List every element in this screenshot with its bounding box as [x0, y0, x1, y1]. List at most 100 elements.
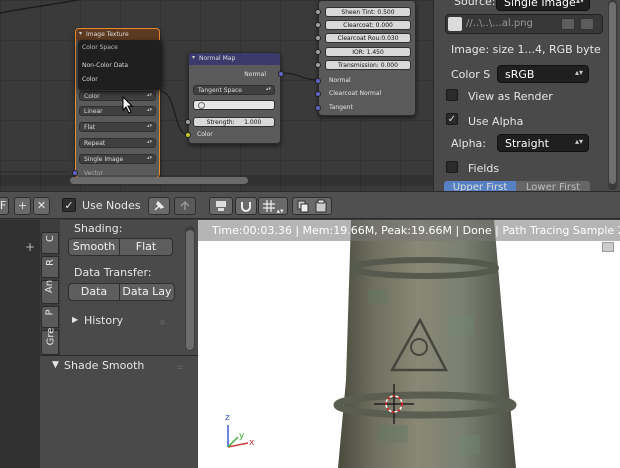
normal-output-socket[interactable]	[278, 71, 284, 77]
reload-icon[interactable]	[580, 18, 594, 30]
pin-button[interactable]	[148, 197, 170, 215]
add-material-button[interactable]: +	[14, 197, 31, 215]
projection-dropdown[interactable]: Flat	[79, 122, 156, 132]
view-as-render-checkbox[interactable]	[446, 89, 458, 101]
tab-label: An	[44, 279, 56, 294]
tab-grease-pencil[interactable]: Gre	[41, 328, 59, 355]
lower-first-button[interactable]: Lower First	[516, 181, 590, 191]
clearcoat-roughness-field[interactable]: Clearcoat Rou:0.030	[325, 33, 411, 43]
color-space-label: Color S	[451, 68, 491, 81]
viewport-split-corner-icon[interactable]	[602, 242, 614, 252]
space-dropdown[interactable]: Tangent Space	[193, 85, 275, 95]
drag-grip-icon[interactable]: ::::	[160, 319, 170, 326]
image-file-icon[interactable]	[448, 17, 462, 31]
data-transfer-button[interactable]: Data	[68, 283, 120, 301]
normal-socket[interactable]	[315, 78, 321, 84]
clearcoat-normal-socket-label: Clearcoat Normal	[329, 90, 382, 97]
fields-checkbox[interactable]	[446, 161, 458, 173]
normal-map-node[interactable]: Normal Map Normal Tangent Space Strength…	[185, 52, 284, 144]
extension-dropdown[interactable]: Repeat	[79, 138, 156, 148]
strength-socket[interactable]	[185, 119, 191, 125]
field-value: 0.030	[381, 35, 399, 42]
source-dropdown[interactable]: Single Image	[79, 154, 156, 164]
pin-icon	[154, 200, 165, 211]
paste-icon[interactable]	[314, 199, 328, 213]
fields-label: Fields	[468, 162, 500, 175]
clearcoat-field[interactable]: Clearcoat: 0.000	[325, 20, 411, 30]
sheen-tint-field[interactable]: Sheen Tint: 0.500	[325, 7, 411, 17]
add-region-icon[interactable]: +	[24, 241, 36, 253]
copy-icon[interactable]	[296, 199, 310, 213]
upper-first-button[interactable]: Upper First	[444, 181, 516, 191]
color-space-dropdown[interactable]: sRGB	[497, 65, 589, 83]
tangent-socket[interactable]	[315, 105, 321, 111]
color-space-menu[interactable]: Color Space Non-Color Data Color	[78, 40, 162, 90]
backdrop-button[interactable]	[209, 197, 233, 215]
flat-button[interactable]: Flat	[119, 238, 173, 256]
alpha-dropdown[interactable]: Straight	[497, 134, 589, 152]
tab-create[interactable]: C	[41, 232, 59, 254]
axis-orientation-gizmo	[227, 425, 249, 448]
smooth-button[interactable]: Smooth	[68, 238, 120, 256]
snap-toggle-button[interactable]	[235, 197, 257, 215]
uv-map-field[interactable]	[193, 100, 275, 110]
normal-output-label: Normal	[244, 71, 266, 78]
magnet-icon	[241, 202, 251, 212]
principled-bsdf-node[interactable]: Sheen Tint: 0.500 Clearcoat: 0.000 Clear…	[315, 0, 416, 116]
axis-label-x: x	[249, 438, 255, 448]
tab-relations[interactable]: R	[41, 256, 59, 278]
socket[interactable]	[315, 22, 321, 28]
menu-item-non-color-data[interactable]: Non-Color Data	[82, 62, 128, 69]
strength-field[interactable]: Strength: 1.000	[193, 117, 275, 127]
node-editor[interactable]: Sheen Tint: 0.500 Clearcoat: 0.000 Clear…	[0, 0, 433, 191]
field-value: 0.000	[380, 62, 398, 69]
tool-shelf-tabs: C R An P Gre	[40, 220, 60, 355]
use-alpha-label: Use Alpha	[468, 115, 524, 128]
pack-icon[interactable]	[561, 18, 575, 30]
shade-smooth-panel-header[interactable]: Shade Smooth	[64, 359, 144, 372]
history-panel-header[interactable]: History	[84, 314, 123, 327]
normal-map-node-header[interactable]: Normal Map	[189, 53, 280, 65]
tool-shelf-scrollbar[interactable]	[186, 230, 194, 350]
color-input-socket[interactable]	[185, 132, 191, 138]
image-properties-panel[interactable]: Source: Single Image //..\..\...al.png I…	[433, 0, 620, 191]
clearcoat-normal-socket[interactable]	[315, 91, 321, 97]
unlink-material-button[interactable]: ✕	[33, 197, 50, 215]
axis-label-z: z	[225, 413, 230, 423]
transmission-field[interactable]: Transmission: 0.000	[325, 60, 411, 70]
node-editor-scrollbar[interactable]	[70, 177, 248, 184]
snap-element-dropdown[interactable]: ▴▾	[258, 197, 288, 215]
3d-viewport[interactable]: z y x Time:00:03.36 | Mem:19.66M, Peak:1…	[198, 220, 620, 468]
axis-label-y: y	[239, 431, 245, 441]
tab-label: P	[44, 309, 56, 316]
source-label: Source:	[454, 0, 496, 8]
left-region: +	[0, 220, 40, 468]
socket[interactable]	[315, 9, 321, 15]
file-path-field[interactable]: //..\..\...al.png	[466, 18, 533, 29]
socket[interactable]	[315, 49, 321, 55]
use-alpha-checkbox[interactable]: ✓	[446, 113, 458, 125]
color-space-dropdown[interactable]: Color	[79, 91, 156, 101]
socket[interactable]	[315, 35, 321, 41]
tab-animation[interactable]: An	[41, 280, 59, 304]
history-expand-icon[interactable]: ▶	[72, 315, 78, 324]
tangent-socket-label: Tangent	[329, 104, 353, 111]
drag-grip-icon[interactable]: ::::	[177, 364, 187, 371]
properties-scrollbar[interactable]	[609, 2, 616, 184]
data-layout-button[interactable]: Data Lay	[119, 283, 175, 301]
data-transfer-label: Data Transfer:	[74, 266, 152, 279]
blender-window: Sheen Tint: 0.500 Clearcoat: 0.000 Clear…	[0, 0, 620, 468]
parent-node-tree-button[interactable]	[174, 197, 196, 215]
image-info-text: Image: size 1...4, RGB byte	[451, 43, 601, 56]
socket[interactable]	[315, 62, 321, 68]
3d-cursor-icon[interactable]	[374, 384, 414, 424]
ior-field[interactable]: IOR: 1.450	[325, 47, 411, 57]
use-nodes-checkbox[interactable]: ✓	[62, 198, 76, 212]
copy-paste-buttons[interactable]	[292, 197, 332, 215]
tab-physics[interactable]: P	[41, 306, 59, 328]
source-dropdown[interactable]: Single Image	[496, 0, 590, 11]
editor-type-button[interactable]: F	[0, 197, 9, 215]
shade-smooth-collapse-icon[interactable]: ▼	[52, 360, 59, 370]
interpolation-dropdown[interactable]: Linear	[79, 106, 156, 116]
menu-item-color[interactable]: Color	[82, 76, 98, 83]
